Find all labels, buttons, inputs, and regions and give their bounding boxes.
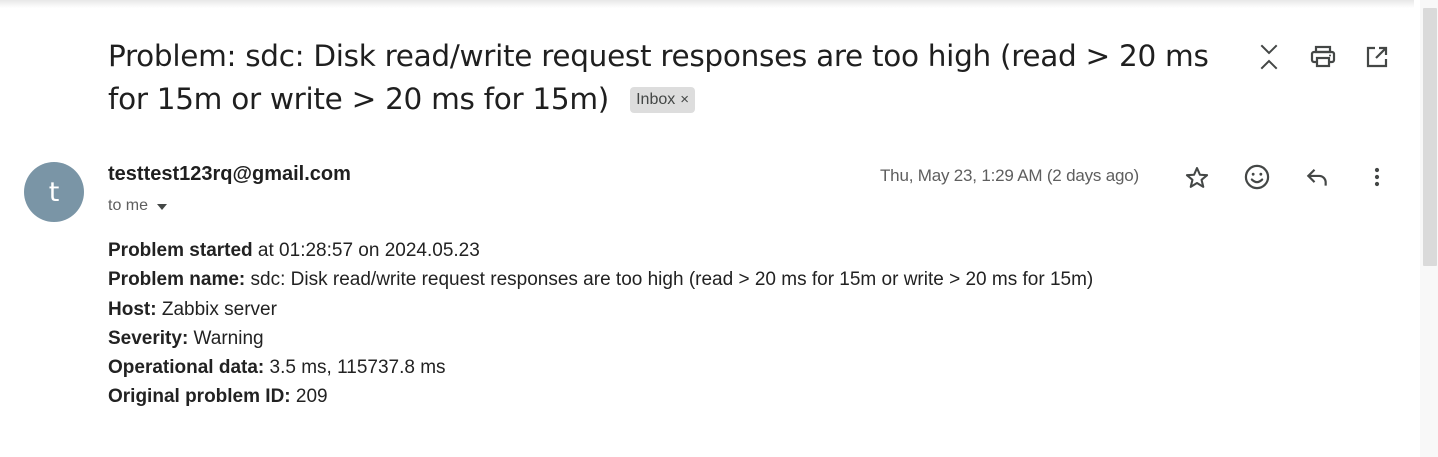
- body-value: sdc: Disk read/write request responses a…: [245, 269, 1094, 291]
- toolbar-shadow: [0, 0, 1414, 8]
- body-line-original-problem-id: Original problem ID: 209: [108, 382, 1093, 411]
- label-chip-inbox: Inbox ×: [630, 87, 695, 113]
- open-in-new-window-icon[interactable]: [1360, 40, 1394, 74]
- body-label: Operational data:: [108, 357, 265, 379]
- recipients-label: to me: [108, 197, 149, 214]
- avatar[interactable]: t: [24, 162, 84, 222]
- body-line-host: Host: Zabbix server: [108, 295, 1093, 324]
- email-date[interactable]: Thu, May 23, 1:29 AM (2 days ago): [880, 166, 1139, 186]
- body-label: Severity:: [108, 327, 189, 349]
- body-line-severity: Severity: Warning: [108, 324, 1093, 353]
- print-icon[interactable]: [1306, 40, 1340, 74]
- scrollbar-thumb[interactable]: [1423, 8, 1437, 266]
- star-icon[interactable]: [1180, 161, 1214, 195]
- body-value: Warning: [188, 327, 264, 349]
- collapse-all-icon[interactable]: [1252, 40, 1286, 74]
- chevron-down-icon: [156, 198, 168, 216]
- body-label: Host:: [108, 298, 157, 320]
- email-subject: Problem: sdc: Disk read/write request re…: [108, 35, 1238, 121]
- reply-icon[interactable]: [1300, 160, 1334, 194]
- body-value: 3.5 ms, 115737.8 ms: [264, 357, 446, 379]
- body-value: Zabbix server: [156, 298, 277, 320]
- body-value: 209: [290, 386, 328, 408]
- body-value: at 01:28:57 on 2024.05.23: [252, 240, 480, 261]
- more-vert-icon[interactable]: [1360, 160, 1394, 194]
- sender-email[interactable]: testtest123rq@gmail.com: [108, 163, 351, 186]
- body-label: Problem started: [108, 240, 253, 261]
- email-body: Problem started at 01:28:57 on 2024.05.2…: [108, 236, 1093, 412]
- body-label: Problem name:: [108, 269, 246, 291]
- remove-label-button[interactable]: ×: [680, 91, 689, 108]
- emoji-reaction-icon[interactable]: [1240, 160, 1274, 194]
- body-line-problem-name: Problem name: sdc: Disk read/write reque…: [108, 265, 1093, 294]
- avatar-letter: t: [48, 176, 60, 208]
- body-line-operational-data: Operational data: 3.5 ms, 115737.8 ms: [108, 353, 1093, 382]
- label-chip-text: Inbox: [636, 91, 676, 108]
- recipients-details-toggle[interactable]: to me: [108, 196, 168, 216]
- body-label: Original problem ID:: [108, 386, 291, 408]
- body-line-problem-started: Problem started at 01:28:57 on 2024.05.2…: [108, 236, 1093, 265]
